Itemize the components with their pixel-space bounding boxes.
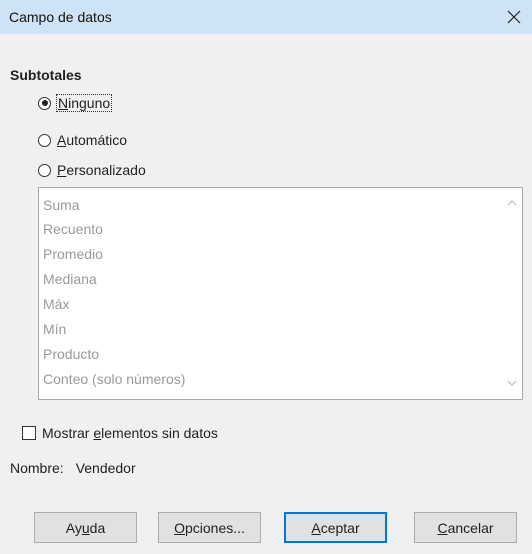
ok-button[interactable]: Aceptar [284,512,387,543]
radio-automatico[interactable]: Automático [38,130,127,150]
name-row: Nombre: Vendedor [10,460,136,476]
title-bar: Campo de datos [0,0,532,34]
window-title: Campo de datos [9,9,112,25]
show-empty-checkbox[interactable] [22,426,36,440]
list-item[interactable]: Mediana [43,270,97,288]
scroll-up-icon[interactable] [507,199,517,207]
radio-ninguno[interactable]: Ninguno [38,93,113,113]
radio-ninguno-circle[interactable] [38,96,51,110]
list-item[interactable]: Recuento [43,220,103,238]
list-item[interactable]: Suma [43,196,80,214]
list-item[interactable]: Máx [43,295,69,313]
radio-personalizado[interactable]: Personalizado [38,160,146,180]
show-empty-items[interactable]: Mostrar elementos sin datos [22,424,218,442]
subtotales-heading: Subtotales [10,67,82,83]
show-empty-label: Mostrar elementos sin datos [42,425,218,441]
options-button[interactable]: Opciones... [158,512,261,543]
list-item[interactable]: Producto [43,345,99,363]
scroll-down-icon[interactable] [507,379,517,387]
cancel-button[interactable]: Cancelar [414,512,517,543]
close-button[interactable] [496,0,532,34]
radio-personalizado-label: Personalizado [57,162,146,178]
function-list[interactable]: Suma Recuento Promedio Mediana Máx Mín P… [38,187,523,400]
list-item[interactable]: Conteo (solo números) [43,370,185,388]
close-icon [507,10,521,24]
radio-automatico-label: Automático [57,132,128,148]
radio-ninguno-label: Ninguno [55,94,113,112]
name-value: Vendedor [75,460,136,476]
radio-personalizado-circle[interactable] [38,163,51,177]
list-item[interactable]: Promedio [43,245,103,263]
name-label: Nombre: [10,460,64,476]
radio-automatico-circle[interactable] [38,133,51,147]
help-button[interactable]: Ay u da [34,512,137,543]
list-item[interactable]: Mín [43,320,66,338]
